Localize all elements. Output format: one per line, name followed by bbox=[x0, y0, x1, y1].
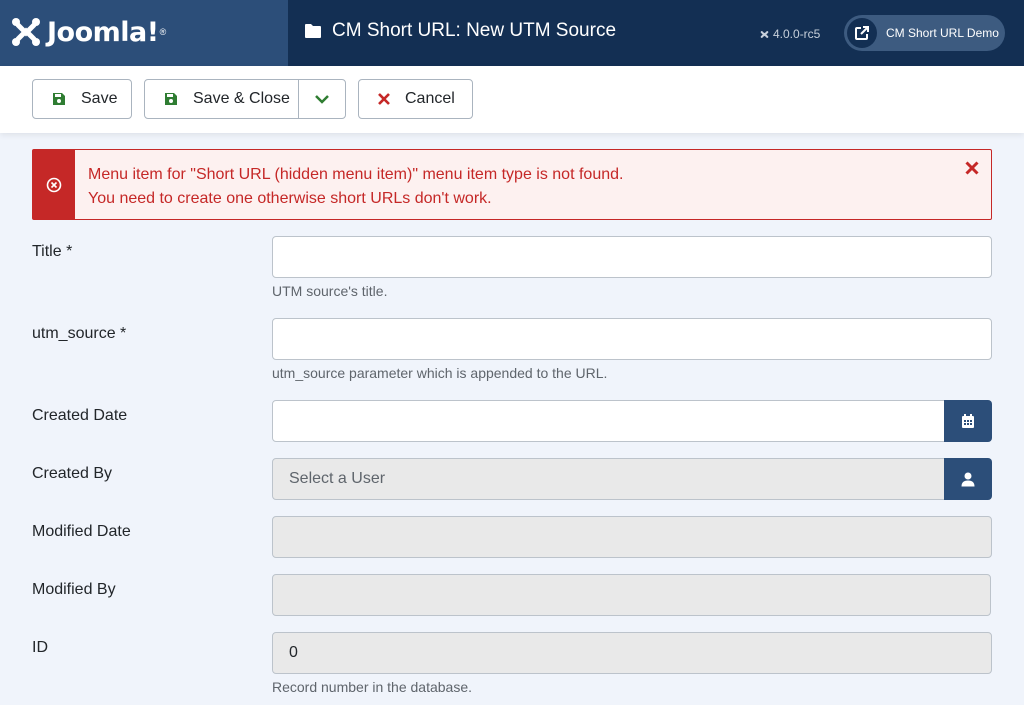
created-date-label: Created Date bbox=[32, 407, 128, 424]
select-user-button[interactable] bbox=[944, 458, 992, 500]
view-site-label: CM Short URL Demo bbox=[886, 26, 999, 40]
modified-date-field bbox=[272, 516, 992, 558]
modified-by-field bbox=[272, 574, 991, 616]
title-label: Title * bbox=[32, 243, 73, 260]
save-close-label: Save & Close bbox=[193, 90, 290, 107]
cancel-label: Cancel bbox=[405, 90, 455, 107]
utm-source-label: utm_source * bbox=[32, 325, 127, 342]
alert-icon-strip bbox=[33, 150, 75, 219]
error-circle-icon bbox=[46, 177, 62, 192]
utm-source-input[interactable] bbox=[272, 318, 992, 360]
close-icon bbox=[378, 93, 390, 105]
calendar-button[interactable] bbox=[944, 400, 992, 442]
joomla-logo[interactable]: Joomla! ® bbox=[11, 16, 166, 48]
joomla-small-icon bbox=[760, 30, 769, 38]
calendar-icon bbox=[962, 414, 974, 428]
chevron-down-icon bbox=[315, 94, 329, 104]
logo-text: Joomla! bbox=[47, 16, 159, 48]
title-input[interactable] bbox=[272, 236, 992, 278]
save-button[interactable]: Save bbox=[32, 79, 132, 119]
cancel-button[interactable]: Cancel bbox=[358, 79, 473, 119]
save-icon bbox=[164, 92, 178, 106]
close-icon bbox=[965, 161, 979, 175]
created-by-label: Created By bbox=[32, 465, 113, 482]
save-icon bbox=[52, 92, 66, 106]
alert-close-button[interactable] bbox=[965, 161, 979, 180]
alert-line-1: Menu item for "Short URL (hidden menu it… bbox=[88, 166, 624, 183]
joomla-mark-icon bbox=[12, 18, 40, 46]
id-help: Record number in the database. bbox=[272, 679, 473, 695]
version-info: 4.0.0-rc5 bbox=[759, 27, 820, 41]
version-text: 4.0.0-rc5 bbox=[773, 27, 821, 41]
save-label: Save bbox=[81, 90, 118, 107]
modified-by-label: Modified By bbox=[32, 581, 116, 598]
created-date-input[interactable] bbox=[272, 400, 945, 442]
logo-area[interactable]: Joomla! ® bbox=[0, 0, 288, 66]
id-field: 0 bbox=[272, 632, 992, 674]
view-site-button[interactable]: CM Short URL Demo bbox=[844, 15, 1005, 51]
created-by-field: Select a User bbox=[272, 458, 945, 500]
title-help: UTM source's title. bbox=[272, 283, 388, 299]
error-alert: Menu item for "Short URL (hidden menu it… bbox=[32, 149, 992, 220]
external-link-icon bbox=[847, 18, 877, 48]
registered-mark: ® bbox=[159, 27, 167, 37]
page-title-text: CM Short URL: New UTM Source bbox=[332, 20, 617, 41]
save-options-dropdown[interactable] bbox=[298, 79, 346, 119]
alert-message: Menu item for "Short URL (hidden menu it… bbox=[88, 163, 623, 211]
utm-source-help: utm_source parameter which is appended t… bbox=[272, 365, 608, 381]
page-title: CM Short URL: New UTM Source bbox=[304, 20, 616, 42]
user-icon bbox=[961, 472, 975, 486]
save-close-button[interactable]: Save & Close bbox=[144, 79, 299, 119]
folder-icon bbox=[305, 24, 321, 38]
top-header: Joomla! ® CM Short URL: New UTM Source 4… bbox=[0, 0, 1024, 66]
toolbar: Save Save & Close Cancel bbox=[0, 66, 1024, 133]
alert-line-2: You need to create one otherwise short U… bbox=[88, 190, 492, 207]
id-label: ID bbox=[32, 639, 48, 656]
modified-date-label: Modified Date bbox=[32, 523, 131, 540]
